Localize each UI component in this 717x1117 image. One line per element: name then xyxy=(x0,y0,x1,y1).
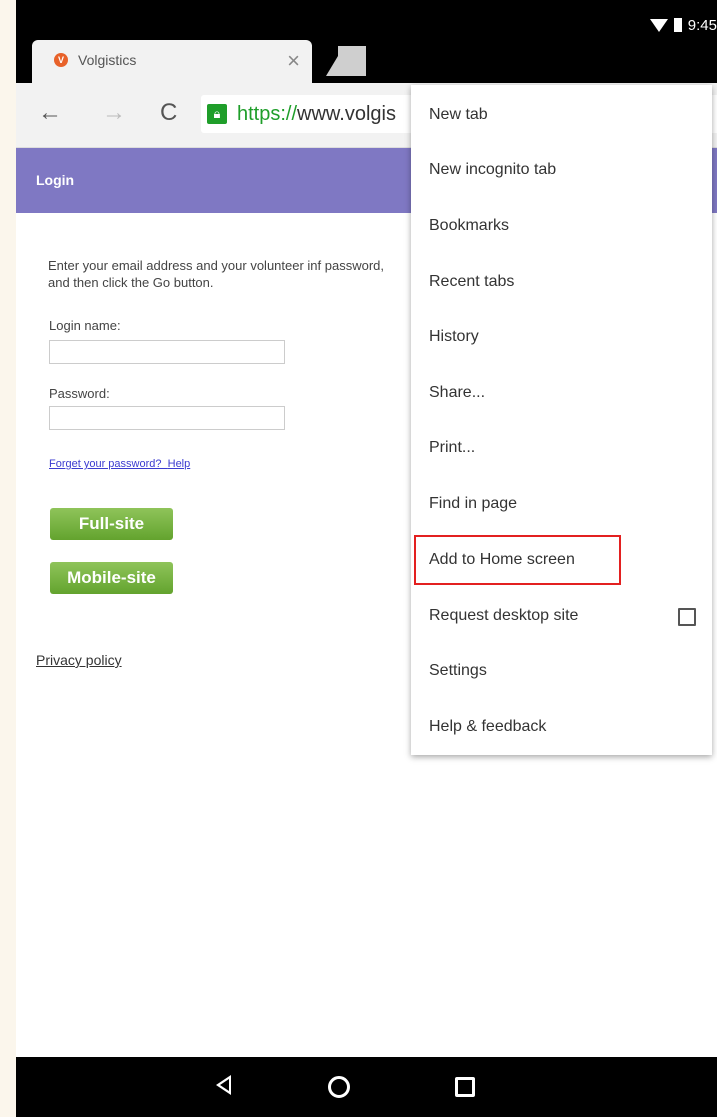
menu-item-bookmarks[interactable]: Bookmarks xyxy=(411,198,712,254)
battery-icon xyxy=(673,18,682,32)
menu-item-recent-tabs[interactable]: Recent tabs xyxy=(411,254,712,310)
mobile-site-button[interactable]: Mobile-site xyxy=(50,562,173,594)
menu-item-new-tab[interactable]: New tab xyxy=(411,87,712,143)
wifi-icon xyxy=(649,18,668,32)
highlight-box xyxy=(414,535,621,585)
privacy-policy-link[interactable]: Privacy policy xyxy=(36,652,122,668)
intro-text: Enter your email address and your volunt… xyxy=(48,258,385,290)
tab-title: Volgistics xyxy=(78,52,137,68)
lock-icon: 🔒︎ xyxy=(207,104,227,124)
help-link[interactable]: Help xyxy=(168,458,191,470)
menu-item-request-desktop-site[interactable]: Request desktop site xyxy=(411,588,712,644)
system-nav-bar xyxy=(16,1057,717,1117)
status-and-tab-strip: 9:45 V Volgistics × xyxy=(16,0,717,83)
password-label: Password: xyxy=(49,386,110,401)
back-nav-icon[interactable] xyxy=(216,1075,231,1095)
back-button[interactable]: ← xyxy=(38,99,62,127)
menu-item-new-incognito-tab[interactable]: New incognito tab xyxy=(411,142,712,198)
reload-button[interactable]: C xyxy=(160,99,177,127)
request-desktop-checkbox[interactable] xyxy=(678,608,696,626)
full-site-button[interactable]: Full-site xyxy=(50,508,173,540)
menu-item-find-in-page[interactable]: Find in page xyxy=(411,476,712,532)
recents-nav-icon[interactable] xyxy=(455,1077,475,1097)
help-links: Forget your password? Help xyxy=(49,458,190,470)
login-name-field[interactable] xyxy=(49,340,285,364)
page-title: Login xyxy=(36,172,75,188)
menu-item-settings[interactable]: Settings xyxy=(411,643,712,699)
overflow-menu: New tab New incognito tab Bookmarks Rece… xyxy=(411,85,712,755)
status-time: 9:45 xyxy=(687,16,717,34)
menu-item-history[interactable]: History xyxy=(411,309,712,365)
url-scheme: https:// xyxy=(237,103,298,125)
status-bar: 9:45 xyxy=(649,14,717,36)
url-text: https://www.volgis xyxy=(237,103,396,126)
tab-close-button[interactable]: × xyxy=(287,48,300,74)
device-screen: 9:45 V Volgistics × ← → C 🔒︎ https://www… xyxy=(16,0,717,1117)
password-field[interactable] xyxy=(49,406,285,430)
url-host: www.volgis xyxy=(297,103,396,125)
browser-tab[interactable]: V Volgistics × xyxy=(32,40,312,83)
menu-item-help-feedback[interactable]: Help & feedback xyxy=(411,699,712,755)
menu-item-print[interactable]: Print... xyxy=(411,420,712,476)
menu-item-share[interactable]: Share... xyxy=(411,365,712,421)
home-nav-icon[interactable] xyxy=(328,1076,350,1098)
volgistics-favicon-icon: V xyxy=(54,53,68,67)
forgot-password-link[interactable]: Forget your password? xyxy=(49,458,162,470)
login-name-label: Login name: xyxy=(49,318,121,333)
new-tab-button[interactable] xyxy=(326,46,366,76)
forward-button[interactable]: → xyxy=(102,99,126,127)
